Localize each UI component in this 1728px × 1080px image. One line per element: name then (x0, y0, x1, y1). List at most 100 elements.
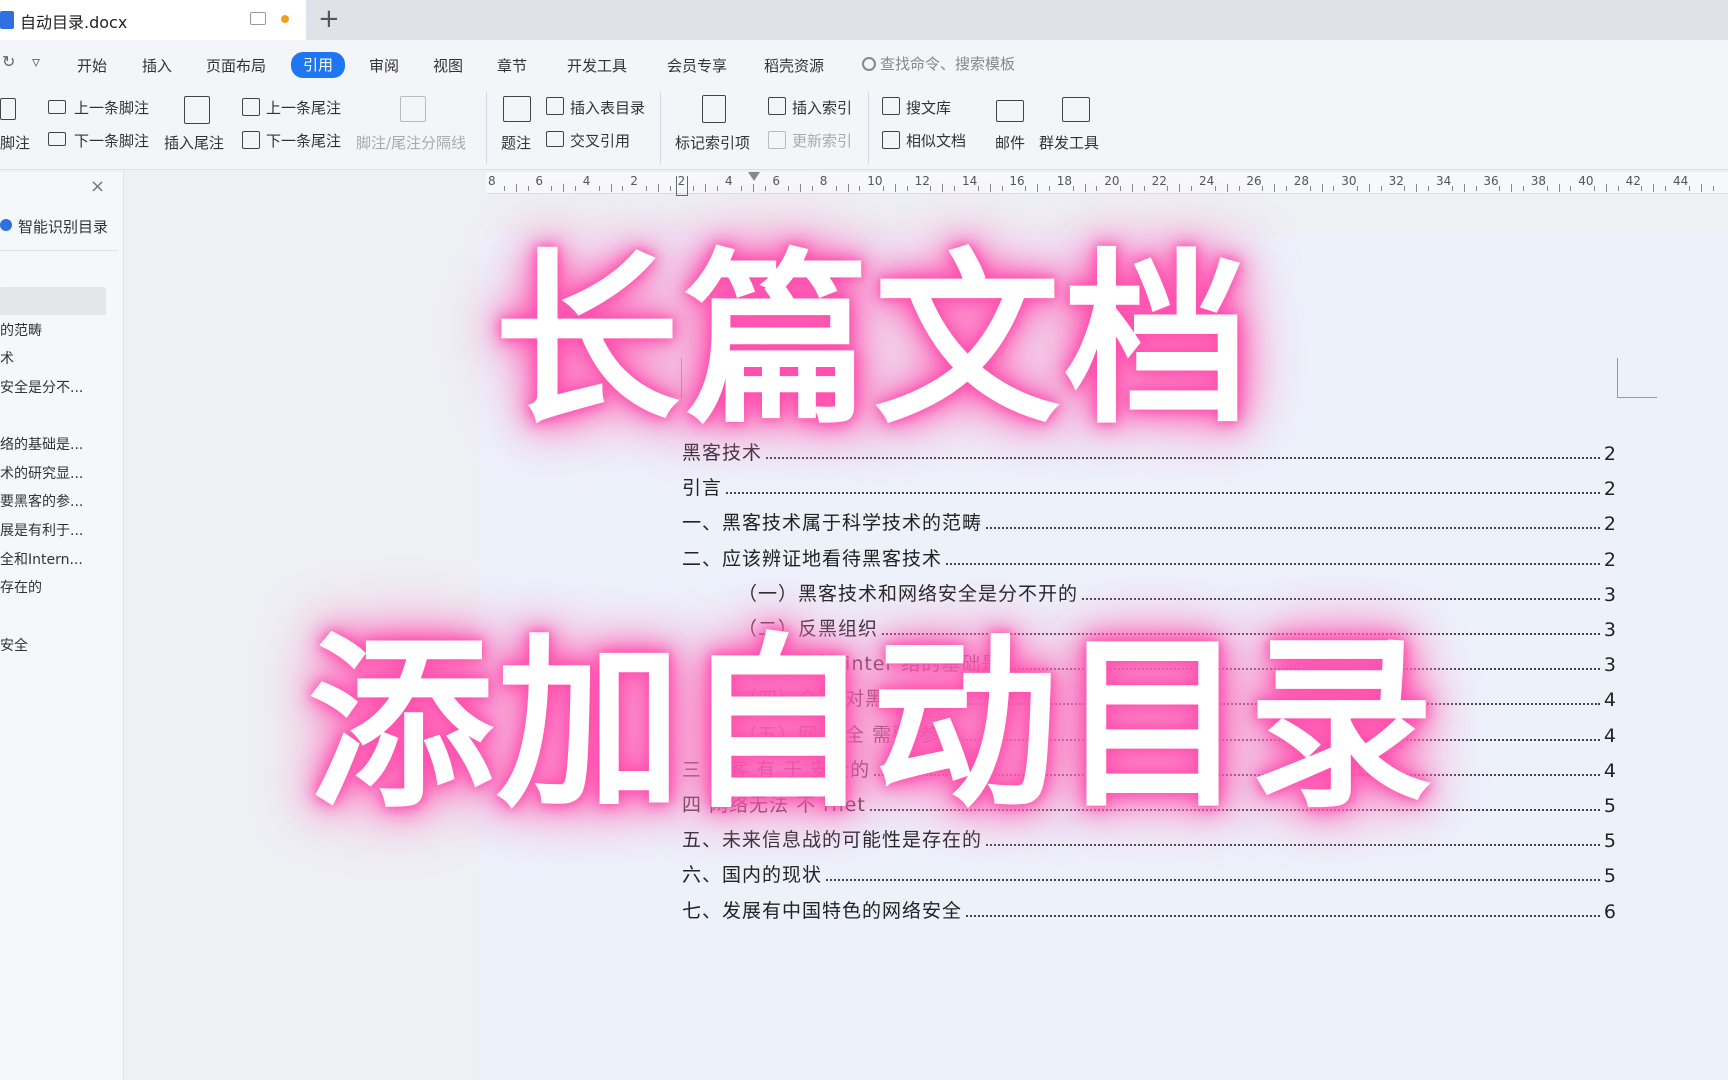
ruler-tick (598, 186, 600, 191)
nav-item-selected[interactable] (0, 287, 106, 315)
first-line-indent-marker[interactable] (748, 172, 760, 181)
tab-page-layout[interactable]: 页面布局 (206, 54, 266, 78)
caption-button[interactable]: 题注 (501, 132, 531, 153)
cross-reference-button[interactable]: 交叉引用 (570, 130, 630, 151)
nav-item[interactable]: 全和Intern... (0, 549, 110, 569)
prev-endnote-icon (242, 98, 260, 116)
ruler-tick (1617, 186, 1619, 191)
toc-page-number: 6 (1603, 900, 1616, 923)
screen-icon[interactable] (250, 12, 266, 25)
toc-entry[interactable]: 引言 2 (682, 470, 1616, 500)
toc-entry-text: 引言 (682, 477, 723, 500)
tab-chapter[interactable]: 章节 (497, 54, 527, 78)
ruler-label: 22 (1151, 174, 1167, 188)
next-footnote-button[interactable]: 下一条脚注 (74, 130, 149, 151)
insert-table-of-figures-button[interactable]: 插入表目录 (570, 97, 645, 118)
nav-item[interactable]: 存在的 (0, 577, 110, 597)
toc-page-number: 4 (1603, 759, 1616, 782)
similar-docs-button[interactable]: 相似文档 (906, 130, 966, 151)
insert-index-button[interactable]: 插入索引 (792, 97, 852, 118)
nav-item[interactable]: 术的研究显... (0, 463, 110, 483)
ruler-tick (894, 184, 896, 192)
ruler-tick (1380, 186, 1382, 191)
nav-item[interactable]: 安全 (0, 635, 110, 655)
update-index-button[interactable]: 更新索引 (792, 130, 852, 151)
ruler-tick (551, 186, 553, 191)
tab-references[interactable]: 引用 (291, 52, 346, 78)
similar-docs-icon (882, 131, 900, 149)
ruler-tick (1096, 186, 1098, 191)
nav-item[interactable]: 术 (0, 348, 110, 368)
next-endnote-button[interactable]: 下一条尾注 (266, 130, 341, 151)
ruler-label: 44 (1673, 174, 1689, 188)
tab-developer[interactable]: 开发工具 (567, 54, 627, 78)
caption-icon (503, 96, 531, 122)
ruler-label: 12 (914, 174, 930, 188)
tab-insert[interactable]: 插入 (142, 54, 172, 78)
tab-review[interactable]: 审阅 (369, 54, 399, 78)
toc-entry[interactable]: 七、发展有中国特色的网络安全 6 (682, 893, 1616, 923)
document-tab[interactable]: 自动目录.docx (0, 0, 306, 40)
ruler-tick (930, 186, 932, 191)
new-tab-button[interactable]: + (318, 4, 340, 34)
ruler-tick (1463, 184, 1465, 192)
quick-access-more-icon[interactable]: ▿ (32, 52, 40, 71)
toc-entry[interactable]: （一）黑客技术和网络安全是分不开的 3 (738, 576, 1616, 606)
mass-tools-button[interactable]: 群发工具 (1039, 132, 1099, 153)
cross-reference-icon (546, 131, 564, 147)
toc-entry-text: （一）黑客技术和网络安全是分不开的 (738, 582, 1079, 605)
ruler-label: 42 (1625, 174, 1641, 188)
ruler-tick (503, 186, 505, 191)
ruler-tick (989, 184, 991, 192)
command-search[interactable]: 查找命令、搜索模板 (862, 53, 1015, 74)
ruler-label: 36 (1483, 174, 1499, 188)
footnote-icon (0, 98, 16, 120)
toc-entry[interactable]: 六、国内的现状 5 (682, 857, 1616, 887)
tab-home[interactable]: 开始 (77, 54, 107, 78)
toc-dot-leader (966, 914, 1600, 917)
ruler-tick (1688, 186, 1690, 191)
ruler-tick (646, 186, 648, 191)
ruler-tick (1048, 186, 1050, 191)
title-bar: 自动目录.docx + (0, 0, 1728, 40)
ruler-label: 6 (772, 174, 781, 188)
ruler-tick (563, 184, 565, 192)
ruler-tick (610, 184, 612, 192)
ruler-label: 28 (1293, 174, 1310, 188)
ribbon-separator (486, 92, 487, 164)
tab-docer[interactable]: 稻壳资源 (764, 54, 824, 78)
redo-icon[interactable]: ↻ (2, 52, 15, 71)
left-indent-marker[interactable] (676, 176, 688, 196)
ruler-label: 4 (725, 174, 733, 188)
nav-item[interactable]: 安全是分不... (0, 377, 110, 397)
insert-footnote-button[interactable]: 脚注 (0, 132, 30, 153)
toc-dot-leader (986, 844, 1600, 847)
ruler-tick (1522, 186, 1524, 191)
ruler-tick (1333, 186, 1335, 191)
insert-endnote-button[interactable]: 插入尾注 (164, 132, 224, 153)
prev-footnote-button[interactable]: 上一条脚注 (74, 97, 149, 118)
ruler-label: 14 (962, 174, 978, 188)
smart-toc-button[interactable]: 智能识别目录 (18, 216, 108, 237)
nav-item[interactable]: 要黑客的参... (0, 491, 110, 511)
ruler-tick (740, 186, 742, 191)
tab-member[interactable]: 会员专享 (667, 54, 727, 78)
nav-item[interactable]: 展是有利于... (0, 520, 110, 540)
note-separator-button[interactable]: 脚注/尾注分隔线 (356, 132, 466, 153)
ruler-tick (669, 186, 671, 191)
ruler-label: 20 (1104, 174, 1120, 188)
close-icon[interactable]: × (90, 176, 105, 197)
nav-item[interactable]: 络的基础是... (0, 434, 110, 454)
toc-entry[interactable]: 二、应该辨证地看待黑客技术 2 (682, 541, 1616, 571)
search-library-button[interactable]: 搜文库 (906, 97, 951, 118)
nav-item[interactable]: 的范畴 (0, 320, 110, 340)
prev-endnote-button[interactable]: 上一条尾注 (266, 97, 341, 118)
mail-button[interactable]: 邮件 (995, 132, 1025, 153)
ruler-tick (622, 186, 624, 191)
ruler-label: 10 (867, 174, 883, 188)
toc-entry[interactable]: 一、黑客技术属于科学技术的范畴 2 (682, 505, 1616, 535)
tab-view[interactable]: 视图 (433, 54, 463, 78)
toc-page-number: 5 (1603, 795, 1616, 817)
ruler-label: 38 (1530, 174, 1547, 188)
mark-index-entry-button[interactable]: 标记索引项 (675, 132, 750, 153)
